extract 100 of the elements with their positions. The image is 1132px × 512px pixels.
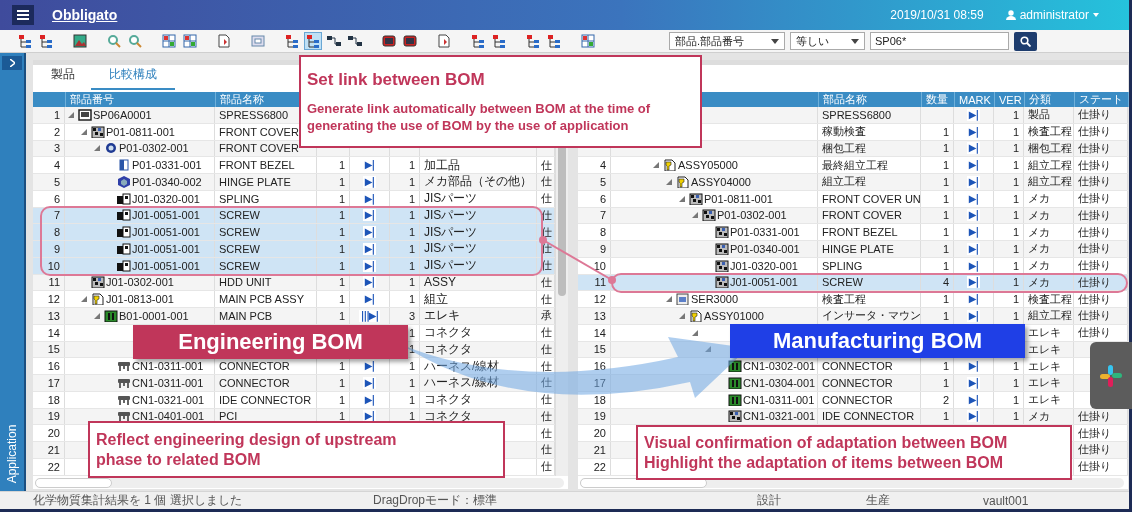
panel-tab[interactable]: 製品 (35, 66, 91, 90)
expanded-triangle-icon[interactable] (692, 212, 698, 219)
table-cell: CONNECTOR (822, 360, 893, 373)
column-header[interactable]: 部品名称 (823, 92, 867, 107)
mark-icon: ▶| (362, 393, 377, 406)
search-button[interactable] (1014, 31, 1037, 51)
expanded-triangle-icon[interactable] (666, 296, 672, 303)
column-header[interactable]: 部品番号 (70, 92, 114, 107)
table-cell: 仕 (541, 375, 552, 391)
table-cell: 13 (47, 309, 60, 322)
column-header[interactable]: 分類 (1029, 92, 1051, 107)
table-row[interactable]: 17 CN1-0311-001 CONNECTOR 1 ▶| 1 ハーネス/線材 仕 (33, 375, 555, 392)
toolbar-button[interactable] (215, 32, 233, 50)
part-number: CN1-0321-001 (132, 393, 205, 406)
table-row[interactable]: 4 ASSY05000 最終組立工程 1 ▶| 1 組立工程 仕掛り (578, 157, 1128, 174)
expanded-triangle-icon[interactable] (653, 162, 659, 169)
mark-icon: ▶| (362, 192, 377, 205)
table-cell: 仕 (541, 207, 552, 223)
table-cell: 1 (1012, 276, 1019, 289)
grid-icon (161, 33, 177, 49)
part-number: ASSY01000 (704, 309, 764, 322)
toolbar-button[interactable] (71, 32, 89, 50)
table-cell: CONNECTOR (822, 393, 893, 406)
table-cell: 1 (1012, 360, 1019, 373)
table-cell: 1 (408, 360, 415, 373)
operator-dropdown[interactable]: 等しい (790, 32, 865, 50)
table-cell: 16 (47, 360, 60, 373)
table-cell: 15 (47, 343, 60, 356)
field-dropdown[interactable]: 部品.部品番号 (669, 32, 785, 50)
table-row[interactable]: 13 B01-0001-001 MAIN PCB 1 |||▶| 3 エレキ 承 (33, 308, 555, 325)
table-row[interactable]: 4 P01-0331-001 FRONT BEZEL 1 ▶| 1 加工品 仕 (33, 157, 555, 174)
table-cell: 仕掛り (1078, 325, 1111, 341)
table-cell: 仕掛り (1078, 224, 1111, 240)
table-cell: 18 (593, 393, 606, 406)
table-cell: PCI (219, 410, 238, 423)
column-header[interactable]: MARK (959, 93, 991, 106)
toolbar-button[interactable] (435, 32, 453, 50)
table-cell: 20 (593, 427, 606, 440)
column-header[interactable]: VER (999, 93, 1022, 106)
expanded-triangle-icon[interactable] (81, 296, 87, 303)
page-icon (436, 33, 452, 49)
search-icon (1020, 35, 1031, 47)
blocks-icon (117, 192, 131, 205)
column-header[interactable]: 部品名称 (220, 92, 264, 107)
chip-icon (728, 376, 742, 389)
table-row[interactable]: 9 P01-0340-001 HINGE PLATE 1 ▶| 1 メカ 仕掛り (578, 241, 1128, 258)
blocks-icon (117, 242, 131, 255)
expanded-triangle-icon[interactable] (94, 312, 100, 319)
table-cell: 梱包工程 (1028, 140, 1072, 156)
expanded-triangle-icon[interactable] (679, 312, 685, 319)
table-cell: 1 (942, 125, 949, 138)
table-row[interactable]: 13 ASSY01000 インサータ・マウン 1 ▶| 1 組立工程 仕掛り (578, 308, 1128, 325)
sidebar-label[interactable]: Application (5, 424, 19, 484)
table-row[interactable]: 12 J01-0813-001 MAIN PCB ASSY 1 ▶| 1 組立 仕 (33, 291, 555, 308)
part-number: P01-0331-001 (730, 226, 800, 239)
status-text: 生産 (866, 492, 890, 509)
table-row[interactable]: 8 J01-0051-001 SCREW 1 ▶| 1 JISパーツ 仕 (33, 224, 555, 241)
column-header[interactable]: ステート (1079, 92, 1123, 107)
mark-icon: ▶| (362, 376, 377, 389)
search-field[interactable]: SP06* (870, 32, 1009, 50)
table-cell: 仕 (541, 157, 552, 173)
expanded-triangle-icon[interactable] (81, 128, 87, 135)
table-row[interactable]: 16 CN1-0311-001 CONNECTOR 1 ▶| 1 ハーネス/線材 仕 (33, 358, 555, 375)
table-row[interactable]: 8 P01-0331-001 FRONT BEZEL 1 ▶| 1 メカ 仕掛り (578, 224, 1128, 241)
hierarchy-icon (470, 33, 486, 49)
table-cell: 14 (593, 326, 606, 339)
cube-icon (91, 276, 105, 289)
table-cell: 仕掛り (1078, 140, 1111, 156)
table-cell: 加工品 (424, 157, 460, 173)
table-cell: 仕 (541, 291, 552, 307)
expanded-triangle-icon[interactable] (94, 145, 100, 152)
page-icon (676, 293, 690, 306)
table-cell: 1 (942, 242, 949, 255)
table-row[interactable]: 9 J01-0051-001 SCREW 1 ▶| 1 JISパーツ 仕 (33, 241, 555, 258)
side-dock-menu[interactable] (1090, 342, 1132, 409)
table-cell: 組立工程 (1028, 308, 1072, 324)
panel-tab[interactable]: 比較構成 (91, 66, 175, 90)
callout-text: Reflect engineering design of upstream (96, 429, 398, 450)
toolbar-button[interactable] (401, 32, 419, 50)
table-cell: 1 (1012, 259, 1019, 272)
table-cell: 14 (47, 326, 60, 339)
expanded-triangle-icon[interactable] (666, 178, 672, 185)
toolbar-button[interactable] (380, 32, 398, 50)
expanded-triangle-icon[interactable] (692, 329, 698, 336)
monitor-icon (78, 108, 92, 121)
hierarchy-icon (491, 33, 507, 49)
table-cell: ハーネス/線材 (424, 375, 500, 391)
table-cell: 1 (942, 360, 949, 373)
expand-toggle[interactable] (2, 56, 22, 70)
part-number: SP06A0001 (93, 108, 152, 121)
table-cell: 19 (593, 410, 606, 423)
table-cell: 1 (338, 209, 345, 222)
table-row[interactable]: 5 P01-0340-002 HINGE PLATE 1 ▶| 1 メカ部品（その他） 仕 (33, 174, 555, 191)
table-row[interactable]: 5 ASSY04000 組立工程 1 ▶| 1 組立工程 仕掛り (578, 174, 1128, 191)
part-number: CN1-0304-001 (743, 376, 816, 389)
table-cell: SPLING (219, 192, 260, 205)
column-header[interactable]: 数量 (926, 92, 948, 107)
menu-button[interactable] (12, 5, 34, 25)
expanded-triangle-icon[interactable] (679, 195, 685, 202)
expanded-triangle-icon[interactable] (68, 111, 74, 118)
